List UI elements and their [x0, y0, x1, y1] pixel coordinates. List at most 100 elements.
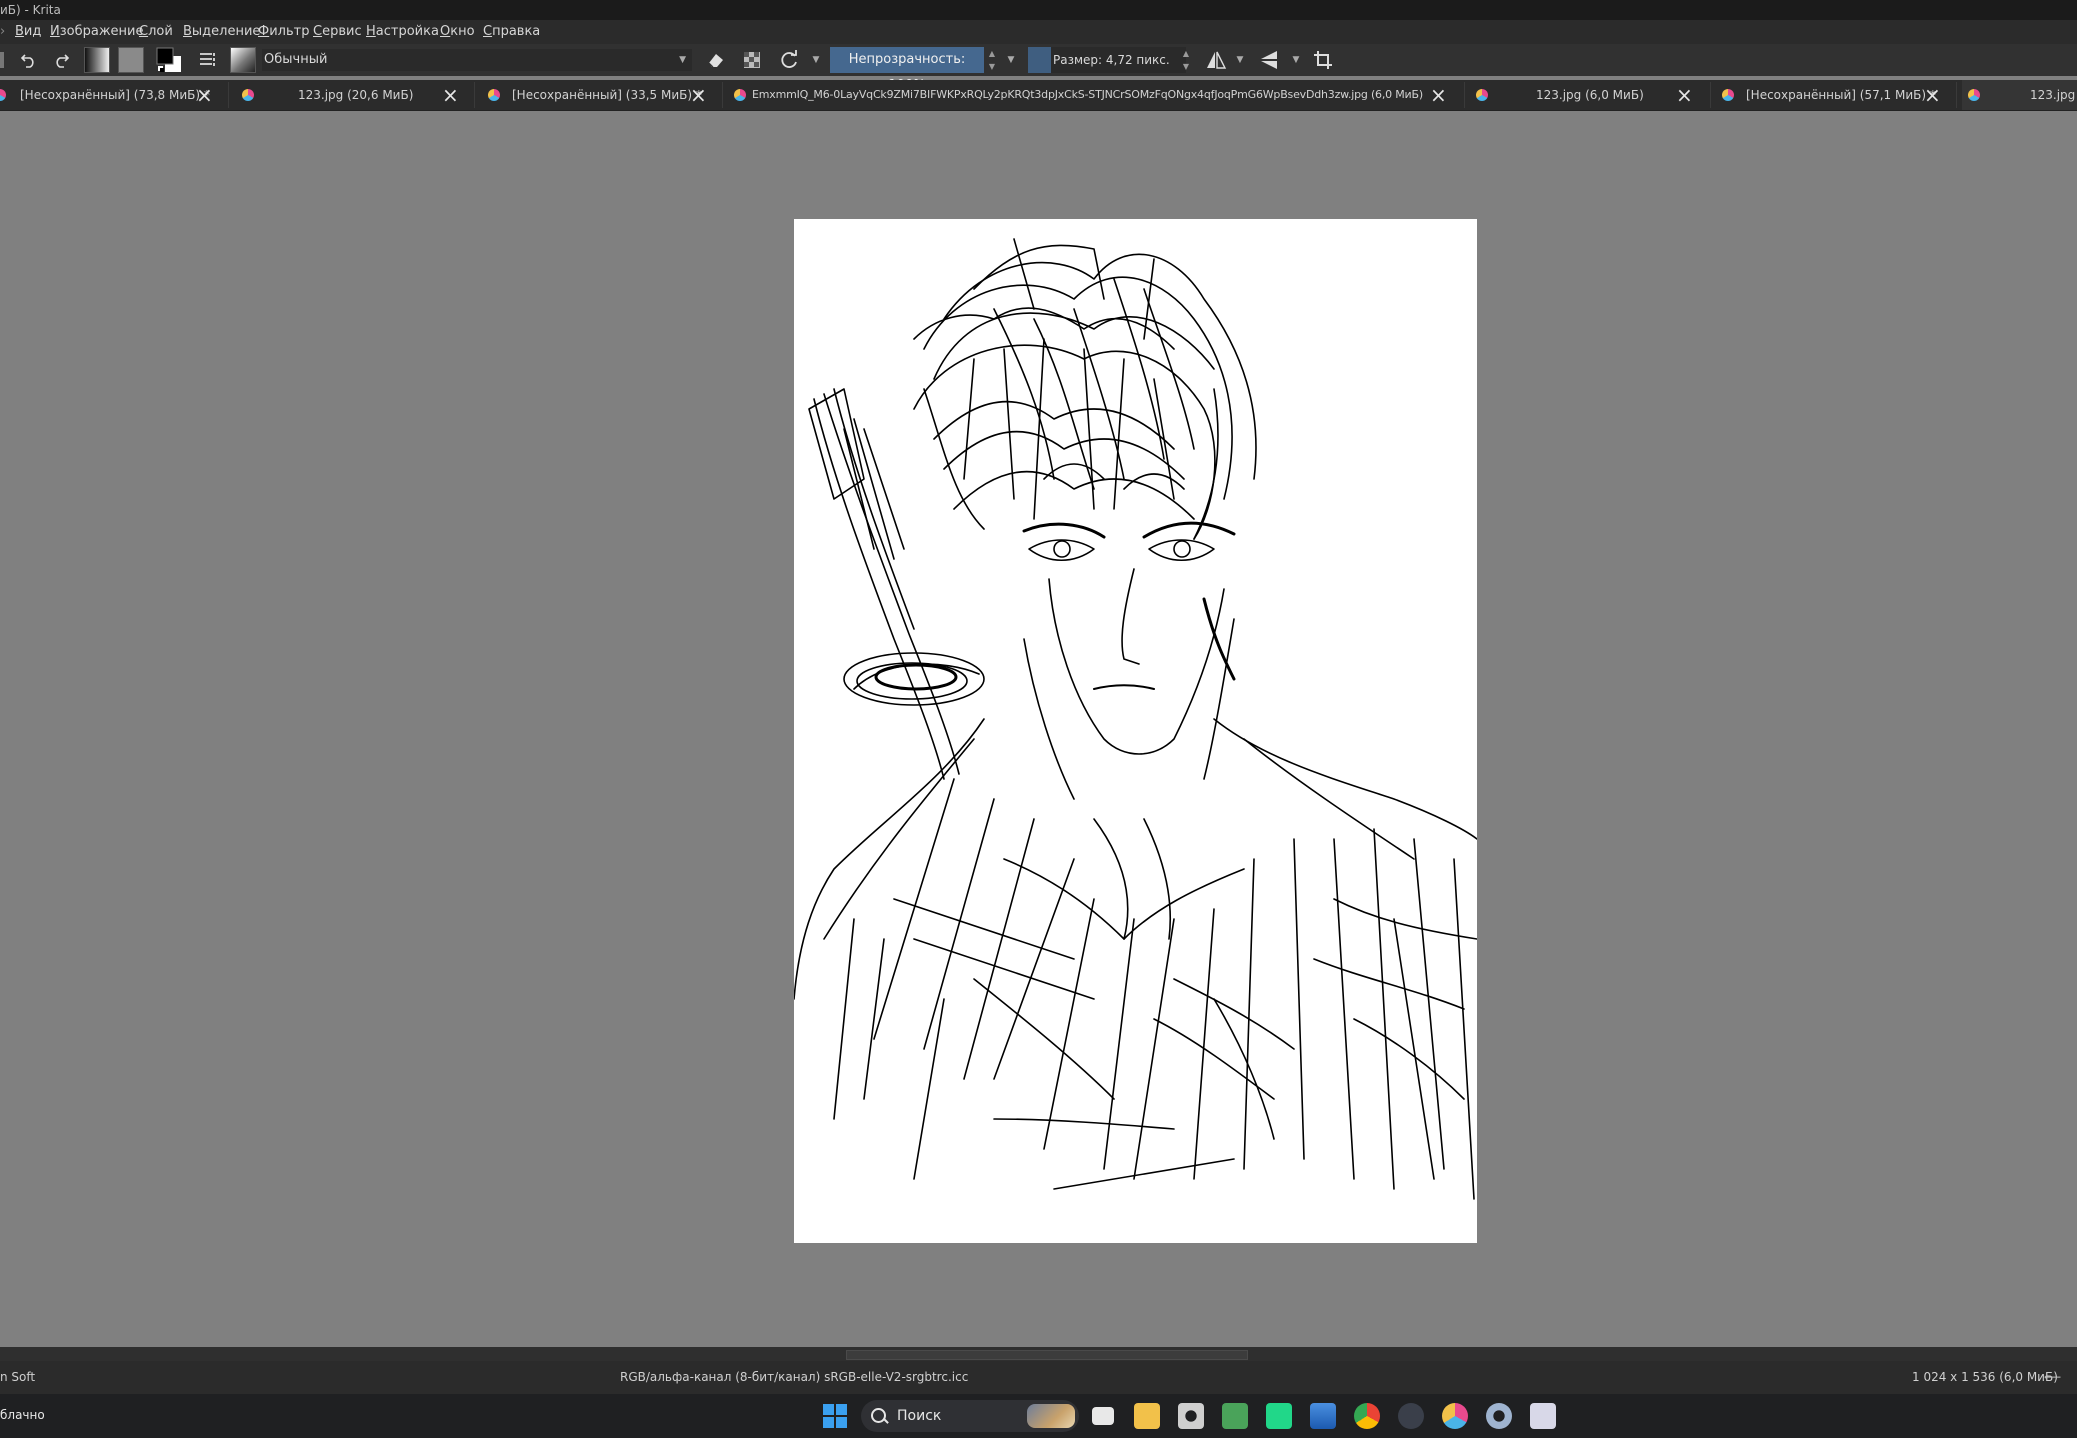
tab-document-7-active[interactable]: 123.jpg ( [1962, 80, 2077, 110]
mirror-vertical-icon[interactable] [1256, 48, 1282, 72]
brush-settings-icon[interactable] [196, 48, 220, 72]
redo-icon[interactable] [50, 48, 72, 72]
image-dimensions: 1 024 x 1 536 (6,0 МиБ) [1912, 1370, 2058, 1384]
toolbar-handle [0, 52, 4, 68]
brush-preset-icon[interactable] [230, 47, 256, 73]
tool-options-toolbar: Обычный ▼ ▼ Непрозрачность: 100% ▲▼ ▼ Ра… [0, 44, 2077, 93]
tab-document-1[interactable]: [Несохранённый] (73,8 МиБ) * × [0, 80, 225, 110]
horizontal-scrollbar[interactable] [0, 1347, 2077, 1361]
drawing-canvas[interactable] [794, 219, 1477, 1243]
scrollbar-thumb[interactable] [846, 1350, 1248, 1360]
opacity-spin-icon[interactable]: ▲ ▼ [986, 47, 998, 73]
tab-label: [Несохранённый] (57,1 МиБ) * [1746, 88, 1936, 102]
wrap-around-icon[interactable] [1310, 48, 1336, 72]
search-highlight-image [1027, 1404, 1075, 1428]
canvas-area[interactable] [0, 111, 2077, 1347]
menu-image[interactable]: Изображение [50, 20, 144, 44]
pycharm-icon[interactable] [1266, 1403, 1292, 1429]
tab-divider [1956, 82, 1957, 108]
status-bar: n Soft RGB/альфа-канал (8-бит/канал) sRG… [0, 1361, 2077, 1394]
pattern-icon[interactable] [118, 47, 144, 73]
search-label: Поиск [897, 1408, 942, 1424]
os-taskbar: блачно Поиск [0, 1394, 2077, 1438]
chevron-down-icon[interactable]: ▼ [1290, 48, 1302, 72]
tab-label: [Несохранённый] (73,8 МиБ) * [20, 88, 210, 102]
krita-icon [488, 89, 500, 101]
krita-icon [1968, 89, 1980, 101]
fg-bg-color-icon[interactable] [154, 47, 184, 72]
mirror-horizontal-icon[interactable] [1203, 48, 1229, 72]
snipping-tool-icon[interactable] [1530, 1403, 1556, 1429]
close-icon[interactable]: × [1430, 80, 1447, 110]
menu-filter[interactable]: Фильтр [258, 20, 309, 44]
menu-tools[interactable]: Сервис [313, 20, 362, 44]
sketch-drawing [794, 238, 1477, 1200]
close-icon[interactable]: × [1676, 80, 1693, 110]
menu-bar: › Вид Изображение Слой Выделение Фильтр … [0, 20, 2077, 44]
task-view-icon[interactable] [1092, 1407, 1114, 1425]
weather-text: блачно [0, 1408, 45, 1422]
tab-label: 123.jpg ( [2030, 88, 2077, 102]
close-icon[interactable]: × [442, 80, 459, 110]
color-profile: RGB/альфа-канал (8-бит/канал) sRGB-elle-… [620, 1370, 969, 1384]
tab-document-2[interactable]: 123.jpg (20,6 МиБ) × [236, 80, 466, 110]
brush-size-slider[interactable]: Размер: 4,72 пикс. [1028, 47, 1186, 73]
brush-name: n Soft [0, 1370, 36, 1384]
size-fill [1028, 47, 1051, 73]
opacity-slider[interactable]: Непрозрачность: 100% [830, 47, 984, 93]
notes-app-icon[interactable] [1222, 1403, 1248, 1429]
chevron-down-icon[interactable]: ▼ [1005, 48, 1017, 72]
chevron-down-icon[interactable]: ▼ [1234, 48, 1246, 72]
krita-taskbar-icon[interactable] [1442, 1403, 1468, 1429]
window-title: иБ) - Krita [0, 3, 61, 17]
photos-icon[interactable] [1310, 1403, 1336, 1429]
blend-mode-value: Обычный [264, 52, 328, 67]
tab-document-6[interactable]: [Несохранённый] (57,1 МиБ) * × [1716, 80, 1946, 110]
menu-window[interactable]: Окно [440, 20, 475, 44]
chevron-down-icon[interactable]: ▼ [810, 48, 822, 72]
close-icon[interactable]: × [690, 80, 707, 110]
close-icon[interactable]: × [1924, 80, 1941, 110]
app-icon[interactable] [1398, 1403, 1424, 1429]
krita-icon [1722, 89, 1734, 101]
chrome-icon[interactable] [1354, 1403, 1380, 1429]
krita-icon [734, 89, 746, 101]
krita-icon [0, 89, 6, 101]
tab-document-5[interactable]: 123.jpg (6,0 МиБ) × [1470, 80, 1700, 110]
title-bar: иБ) - Krita [0, 0, 2077, 20]
chevron-down-icon: ▼ [679, 55, 686, 65]
tab-document-3[interactable]: [Несохранённый] (33,5 МиБ) * × [482, 80, 712, 110]
blend-mode-select[interactable]: Обычный ▼ [262, 49, 692, 71]
tab-divider [474, 82, 475, 108]
taskbar-search[interactable]: Поиск [861, 1400, 1079, 1432]
settings-icon[interactable] [1486, 1403, 1512, 1429]
document-tab-bar: [Несохранённый] (73,8 МиБ) * × 123.jpg (… [0, 80, 2077, 111]
menu-select[interactable]: Выделение [183, 20, 260, 44]
arrow-left-icon[interactable]: ⟵ [2044, 1361, 2061, 1394]
search-icon [871, 1408, 886, 1423]
alpha-lock-icon[interactable] [740, 48, 764, 72]
menu-layer[interactable]: Слой [139, 20, 173, 44]
tab-label: 123.jpg (20,6 МиБ) [298, 88, 414, 102]
windows-start-icon[interactable] [823, 1404, 849, 1430]
tab-divider [228, 82, 229, 108]
tab-document-4[interactable]: EmxmmIQ_M6-0LayVqCk9ZMi7BIFWKPxRQLy2pKRQ… [730, 80, 1450, 110]
tab-label: EmxmmIQ_M6-0LayVqCk9ZMi7BIFWKPxRQLy2pKRQ… [752, 88, 1423, 101]
tab-divider [722, 82, 723, 108]
file-explorer-icon[interactable] [1134, 1403, 1160, 1429]
size-spin-icon[interactable]: ▲ ▼ [1180, 47, 1192, 73]
reload-preset-icon[interactable] [776, 48, 802, 72]
tab-label: [Несохранённый] (33,5 МиБ) * [512, 88, 702, 102]
size-label: Размер: 4,72 пикс. [1053, 53, 1170, 67]
tab-divider [1710, 82, 1711, 108]
menu-item-partial[interactable]: › [0, 20, 5, 44]
gradient-icon[interactable] [84, 47, 110, 73]
krita-icon [1476, 89, 1488, 101]
close-icon[interactable]: × [196, 80, 213, 110]
undo-icon[interactable] [18, 48, 40, 72]
menu-help[interactable]: Справка [483, 20, 540, 44]
menu-view[interactable]: Вид [15, 20, 41, 44]
eraser-icon[interactable] [704, 48, 728, 72]
menu-settings[interactable]: Настройка [366, 20, 439, 44]
settings-gear-icon[interactable] [1178, 1403, 1204, 1429]
